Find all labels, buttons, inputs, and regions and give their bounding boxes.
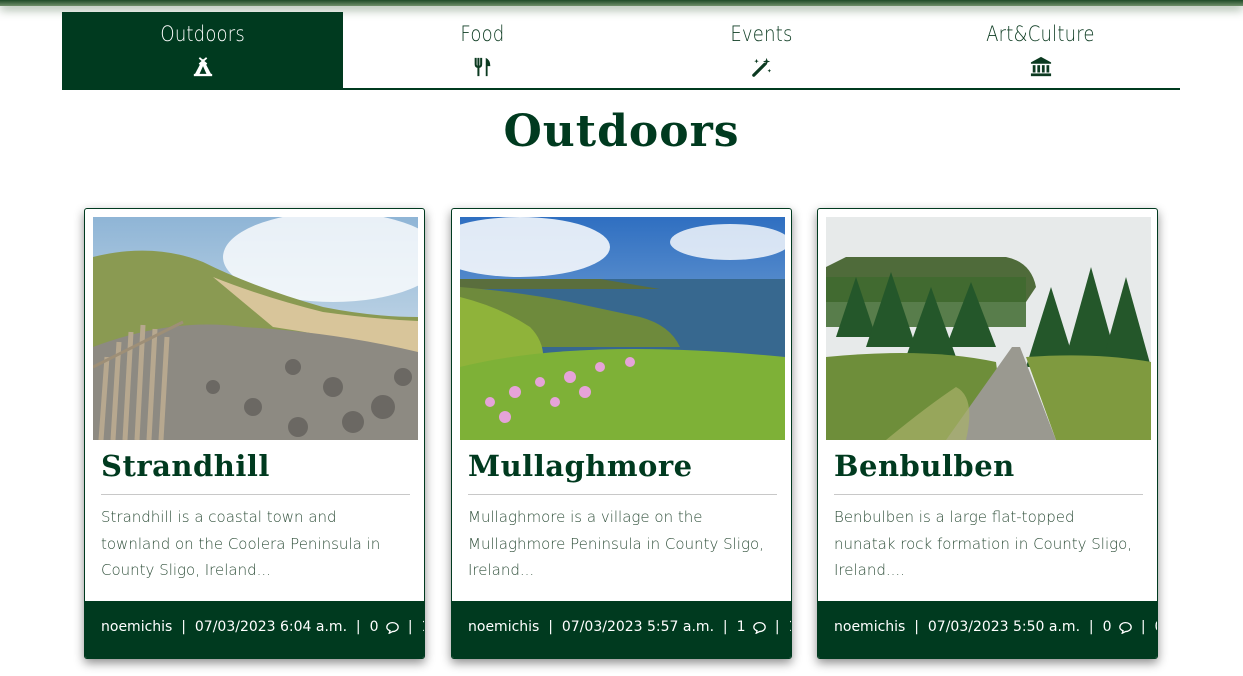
tab-outdoors[interactable]: Outdoors — [62, 12, 344, 88]
tab-food[interactable]: Food — [343, 12, 622, 88]
card-title[interactable]: Mullaghmore — [468, 449, 693, 483]
card-description: Strandhill is a coastal town and townlan… — [101, 508, 381, 579]
comment-count: 0 — [1102, 619, 1112, 635]
category-tabs: Outdoors Food Events Art&Culture — [62, 12, 1180, 90]
beach-dunes-photo — [93, 217, 418, 440]
author-name: noemichis — [101, 619, 173, 635]
comment-icon — [386, 621, 399, 634]
tab-art-culture-label: Art&Culture — [986, 22, 1095, 46]
tab-outdoors-label: Outdoors — [160, 22, 245, 46]
separator: | — [176, 619, 191, 635]
card-description: Benbulben is a large flat-topped nunatak… — [834, 508, 1133, 579]
comment-count: 1 — [736, 619, 746, 635]
card-description: Mullaghmore is a village on the Mullaghm… — [468, 508, 764, 579]
card-title[interactable]: Strandhill — [101, 449, 270, 483]
author-name: noemichis — [834, 619, 906, 635]
separator: | — [718, 619, 733, 635]
like-count: 0 — [1154, 619, 1157, 635]
card-image[interactable] — [460, 217, 785, 440]
card-footer: noemichis | 07/03/2023 5:57 a.m. | 1 | 1 — [452, 601, 791, 658]
divider — [834, 494, 1143, 495]
card-title[interactable]: Benbulben — [834, 449, 1015, 483]
comment-icon — [753, 621, 766, 634]
campground-icon — [193, 57, 212, 77]
place-card[interactable]: Mullaghmore Mullaghmore is a village on … — [451, 208, 792, 659]
post-date: 07/03/2023 5:50 a.m. — [927, 619, 1081, 635]
author-name: noemichis — [468, 619, 540, 635]
divider — [468, 494, 777, 495]
coastal-cliffs-photo — [460, 217, 785, 440]
museum-icon — [1030, 56, 1051, 77]
header-bar-shadow — [0, 0, 1243, 6]
separator: | — [909, 619, 924, 635]
divider — [101, 494, 410, 495]
card-footer: noemichis | 07/03/2023 5:50 a.m. | 0 | 0 — [818, 601, 1157, 658]
tab-events-label: Events — [730, 22, 793, 46]
separator: | — [543, 619, 558, 635]
post-date: 07/03/2023 6:04 a.m. — [194, 619, 348, 635]
card-footer: noemichis | 07/03/2023 6:04 a.m. | 0 | 1 — [85, 601, 424, 658]
tab-art-culture[interactable]: Art&Culture — [901, 12, 1180, 88]
magic-wand-icon — [751, 57, 771, 77]
utensils-icon — [474, 57, 491, 77]
page-title: Outdoors — [503, 106, 740, 157]
like-count: 1 — [421, 619, 424, 635]
card-image[interactable] — [93, 217, 418, 440]
separator: | — [1084, 619, 1099, 635]
separator: | — [403, 619, 418, 635]
place-card[interactable]: Strandhill Strandhill is a coastal town … — [84, 208, 425, 659]
comment-count: 0 — [369, 619, 379, 635]
tab-events[interactable]: Events — [622, 12, 901, 88]
post-date: 07/03/2023 5:57 a.m. — [561, 619, 715, 635]
comment-icon — [1119, 621, 1132, 634]
card-image[interactable] — [826, 217, 1151, 440]
separator: | — [770, 619, 785, 635]
separator: | — [351, 619, 366, 635]
tab-food-label: Food — [460, 22, 505, 46]
like-count: 1 — [788, 619, 791, 635]
mountain-forest-path-photo — [826, 217, 1151, 440]
separator: | — [1136, 619, 1151, 635]
place-card[interactable]: Benbulben Benbulben is a large flat-topp… — [817, 208, 1158, 659]
